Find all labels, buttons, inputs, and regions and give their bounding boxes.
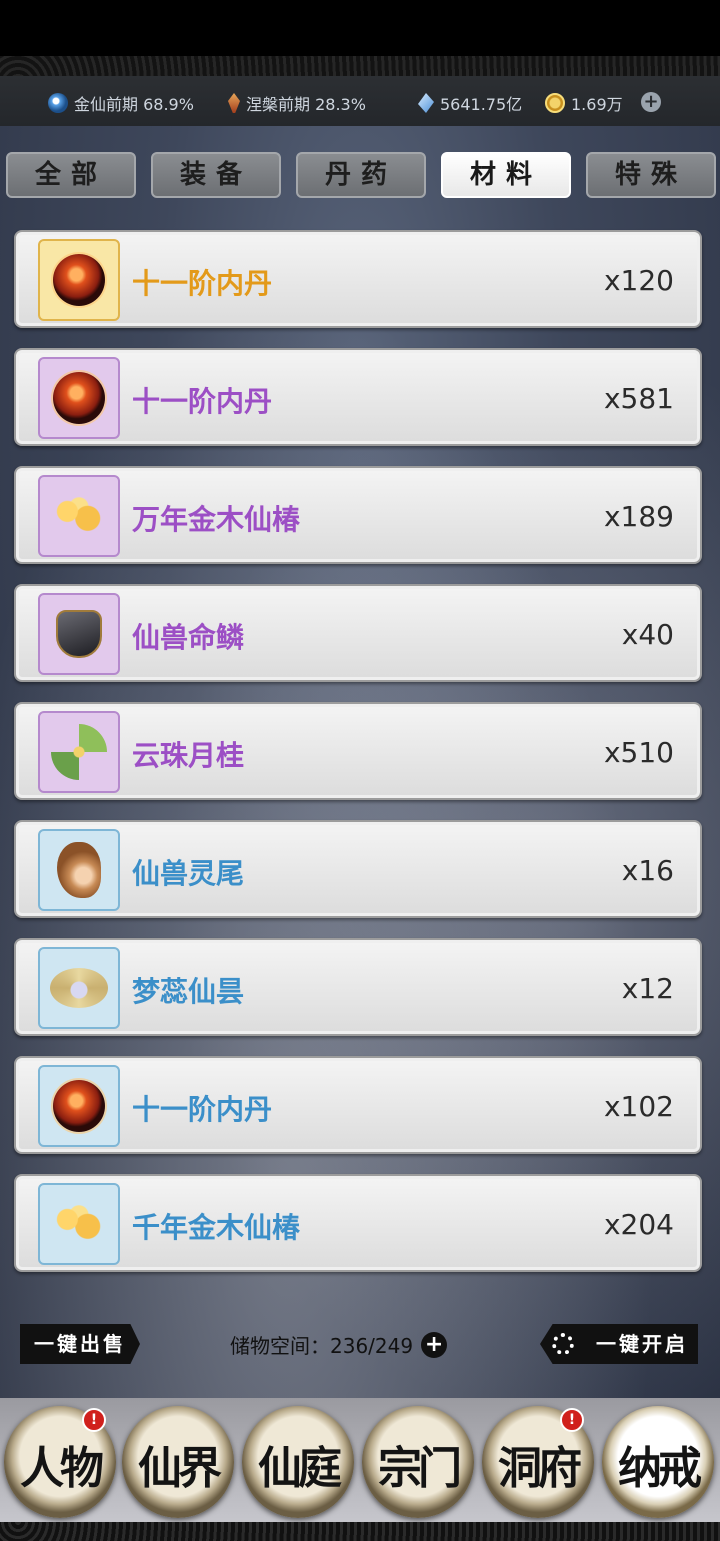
realm-progress-2-text: 涅槃前期 28.3% — [246, 95, 366, 114]
storage-capacity: 储物空间：236/249 + — [230, 1330, 448, 1359]
item-count: x204 — [603, 1208, 674, 1241]
resource-status-bar: 金仙前期 68.9% 涅槃前期 28.3% 5641.75亿 1.69万 — [0, 76, 720, 126]
inventory-action-bar: 一键出售 储物空间：236/249 + 一键开启 — [0, 1318, 720, 1368]
golden-tree-icon — [50, 1201, 108, 1247]
inventory-item-row[interactable]: 千年金木仙椿 x204 — [14, 1174, 702, 1272]
nav-storage-ring[interactable]: 纳戒 — [602, 1406, 714, 1518]
item-count: x102 — [603, 1090, 674, 1123]
realm-orb-icon — [48, 93, 68, 113]
item-name: 千年金木仙椿 — [132, 1211, 301, 1244]
nav-sect-label: 宗门 — [378, 1443, 462, 1494]
gear-icon — [552, 1333, 574, 1355]
flame-icon — [228, 93, 240, 113]
item-count: x189 — [603, 500, 674, 533]
nav-immortal-realm[interactable]: 仙界 — [122, 1406, 234, 1518]
storage-capacity-text: 储物空间：236/249 — [230, 1334, 414, 1358]
osmanthus-icon — [51, 724, 107, 780]
nav-character-label: 人物 — [20, 1443, 104, 1494]
item-count: x40 — [621, 618, 674, 651]
item-name: 仙兽命鳞 — [132, 621, 245, 654]
tab-special[interactable]: 特殊 — [586, 152, 716, 198]
coin-balance: 1.69万 — [545, 91, 623, 115]
tab-equipment[interactable]: 装备 — [151, 152, 281, 198]
inventory-item-row[interactable]: 仙兽灵尾 x16 — [14, 820, 702, 918]
item-name: 仙兽灵尾 — [132, 857, 245, 890]
item-icon-frame — [38, 829, 120, 911]
notification-badge: ! — [82, 1408, 106, 1432]
item-icon-frame — [38, 1183, 120, 1265]
tab-all[interactable]: 全部 — [6, 152, 136, 198]
nav-cave-dwelling-label: 洞府 — [498, 1443, 582, 1494]
item-name: 十一阶内丹 — [132, 267, 273, 300]
inner-core-icon — [53, 372, 105, 424]
inventory-item-row[interactable]: 十一阶内丹 x120 — [14, 230, 702, 328]
inventory-item-row[interactable]: 十一阶内丹 x102 — [14, 1056, 702, 1154]
nav-sect[interactable]: 宗门 — [362, 1406, 474, 1518]
item-icon-frame — [38, 357, 120, 439]
nav-character[interactable]: 人物 ! — [4, 1406, 116, 1518]
item-name: 梦蕊仙昙 — [132, 975, 245, 1008]
sell-all-button[interactable]: 一键出售 — [20, 1324, 140, 1364]
item-count: x12 — [621, 972, 674, 1005]
item-name: 十一阶内丹 — [132, 1093, 273, 1126]
decorative-wave-border — [0, 1522, 720, 1541]
item-count: x16 — [621, 854, 674, 887]
item-count: x120 — [603, 264, 674, 297]
tab-pills[interactable]: 丹药 — [296, 152, 426, 198]
nav-cave-dwelling[interactable]: 洞府 ! — [482, 1406, 594, 1518]
item-name: 万年金木仙椿 — [132, 503, 301, 536]
nav-immortal-realm-label: 仙界 — [138, 1443, 222, 1494]
top-black-bar — [0, 0, 720, 56]
item-icon-frame — [38, 239, 120, 321]
item-name: 云珠月桂 — [132, 739, 245, 772]
item-count: x510 — [603, 736, 674, 769]
inner-core-icon — [53, 254, 105, 306]
item-icon-frame — [38, 593, 120, 675]
expand-storage-button[interactable]: + — [421, 1331, 448, 1358]
item-icon-frame — [38, 711, 120, 793]
golden-tree-icon — [50, 493, 108, 539]
notification-badge: ! — [560, 1408, 584, 1432]
inventory-item-row[interactable]: 云珠月桂 x510 — [14, 702, 702, 800]
beast-tail-icon — [57, 842, 101, 898]
crystal-balance: 5641.75亿 — [418, 91, 522, 115]
realm-progress-2: 涅槃前期 28.3% — [228, 91, 366, 115]
bottom-navigation: 人物 ! 仙界 仙庭 宗门 洞府 ! 纳戒 — [0, 1398, 720, 1522]
item-name: 十一阶内丹 — [132, 385, 273, 418]
beast-scale-icon — [56, 610, 102, 658]
item-icon-frame — [38, 1065, 120, 1147]
coin-icon — [545, 93, 565, 113]
inventory-item-row[interactable]: 仙兽命鳞 x40 — [14, 584, 702, 682]
open-all-label: 一键开启 — [596, 1332, 688, 1356]
open-all-button[interactable]: 一键开启 — [540, 1324, 698, 1364]
lotus-icon — [50, 968, 108, 1008]
item-icon-frame — [38, 947, 120, 1029]
inventory-item-row[interactable]: 梦蕊仙昙 x12 — [14, 938, 702, 1036]
inventory-item-row[interactable]: 万年金木仙椿 x189 — [14, 466, 702, 564]
tab-materials[interactable]: 材料 — [441, 152, 571, 198]
crystal-icon — [418, 93, 434, 113]
decorative-wave-border — [0, 56, 720, 76]
add-currency-button[interactable]: + — [641, 92, 661, 112]
realm-progress-1-text: 金仙前期 68.9% — [74, 95, 194, 114]
item-icon-frame — [38, 475, 120, 557]
realm-progress-1: 金仙前期 68.9% — [48, 91, 194, 115]
inventory-item-row[interactable]: 十一阶内丹 x581 — [14, 348, 702, 446]
crystal-balance-text: 5641.75亿 — [440, 95, 523, 114]
nav-immortal-court[interactable]: 仙庭 — [242, 1406, 354, 1518]
nav-storage-ring-label: 纳戒 — [618, 1443, 702, 1494]
nav-immortal-court-label: 仙庭 — [258, 1443, 342, 1494]
coin-balance-text: 1.69万 — [571, 95, 623, 114]
item-count: x581 — [603, 382, 674, 415]
inner-core-icon — [53, 1080, 105, 1132]
